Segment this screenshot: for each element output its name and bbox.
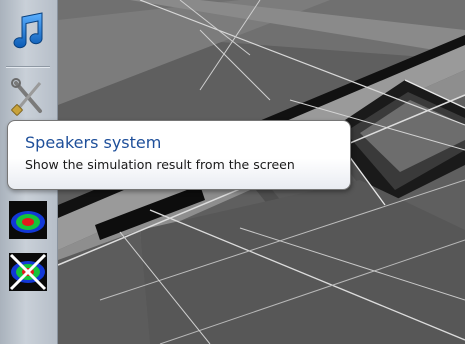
tooltip: Speakers system Show the simulation resu… xyxy=(7,120,351,190)
tools-button[interactable] xyxy=(4,72,52,126)
tooltip-description: Show the simulation result from the scre… xyxy=(25,157,295,172)
speaker-simulation-off-button[interactable] xyxy=(4,250,52,298)
music-note-icon xyxy=(8,9,48,57)
music-button[interactable] xyxy=(4,6,52,60)
wrench-screwdriver-icon xyxy=(8,75,48,123)
tooltip-title: Speakers system xyxy=(25,133,162,152)
speaker-simulation-disabled-icon xyxy=(8,252,48,296)
speaker-simulation-icon xyxy=(8,200,48,244)
speaker-simulation-button[interactable] xyxy=(4,200,52,244)
toolbar-separator xyxy=(6,66,50,67)
